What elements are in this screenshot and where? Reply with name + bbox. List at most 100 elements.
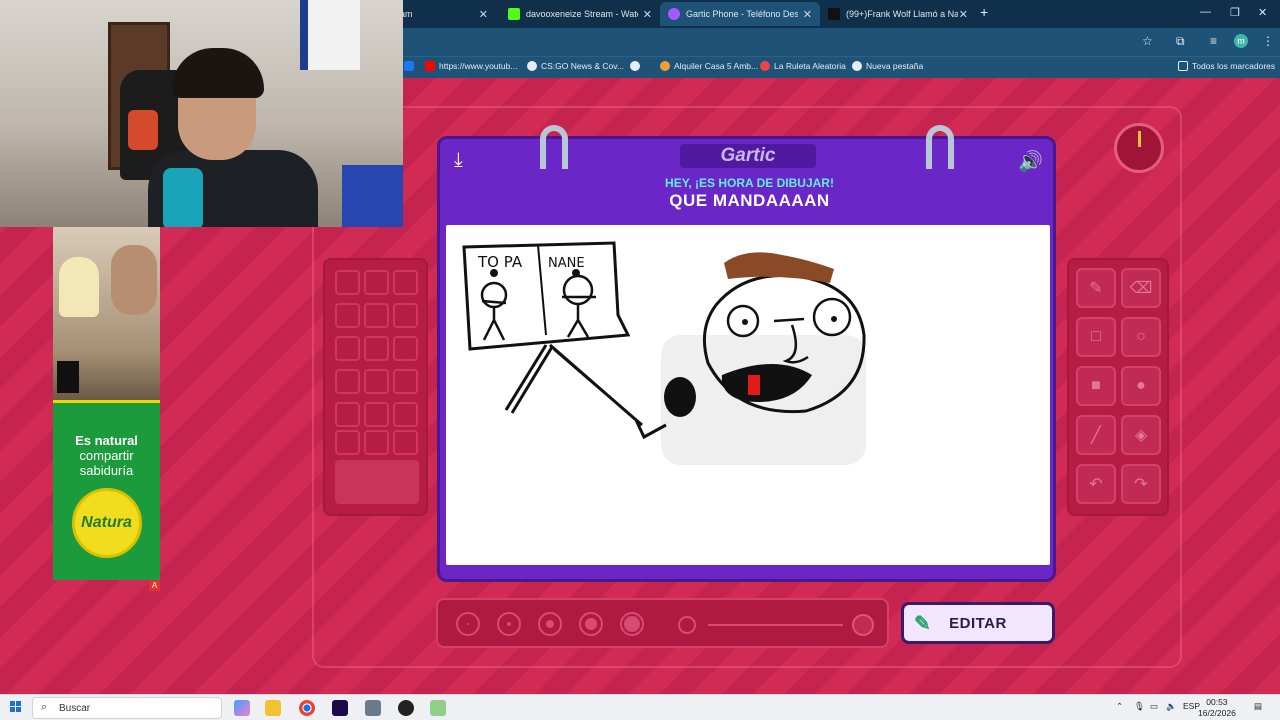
palette-swatch[interactable] xyxy=(393,430,418,455)
bookmark-ruleta[interactable]: La Ruleta Aleatoria xyxy=(760,61,846,71)
sound-icon[interactable]: 🔊 xyxy=(1018,149,1043,174)
palette-swatch[interactable] xyxy=(335,402,360,427)
premiere-icon[interactable] xyxy=(332,700,348,716)
palette-swatch[interactable] xyxy=(364,430,389,455)
line-tool-icon[interactable]: ╱ xyxy=(1076,415,1116,455)
obs-icon[interactable] xyxy=(398,700,414,716)
opacity-slider-track[interactable] xyxy=(708,624,843,626)
bookmark-label: CS:GO News & Cov... xyxy=(541,61,624,71)
windows-start-icon[interactable] xyxy=(10,701,22,713)
search-icon: ⌕ xyxy=(41,701,48,713)
palette-swatch[interactable] xyxy=(364,336,389,361)
undo-icon[interactable]: ↶ xyxy=(1076,464,1116,504)
palette-swatch[interactable] xyxy=(335,336,360,361)
palette-swatch[interactable] xyxy=(364,270,389,295)
copilot-icon[interactable] xyxy=(234,700,250,716)
close-icon[interactable]: ✕ xyxy=(959,8,968,21)
star-icon[interactable]: ☆ xyxy=(1142,34,1153,48)
bookmark-nueva[interactable]: Nueva pestaña xyxy=(852,61,923,71)
fill-bucket-tool-icon[interactable]: ◈ xyxy=(1121,415,1161,455)
close-icon[interactable]: ✕ xyxy=(479,8,488,21)
network-icon[interactable]: ▭ xyxy=(1150,701,1158,712)
chrome-icon[interactable] xyxy=(299,700,315,716)
clock[interactable]: 00:53 16/2/2026 xyxy=(1198,697,1236,719)
ad-banner: Es natural compartir sabiduría Natura xyxy=(53,400,160,580)
palette-swatch[interactable] xyxy=(335,270,360,295)
tiktok-icon xyxy=(828,8,840,20)
house-icon xyxy=(660,61,670,71)
tab-3[interactable]: (99+)Frank Wolf Llamó a Nane ✕ xyxy=(820,2,976,26)
bookmark-csgo[interactable]: CS:GO News & Cov... xyxy=(527,61,624,71)
tab-2[interactable]: Gartic Phone - Teléfono Descon ✕ xyxy=(660,2,820,26)
bookmark-facebook[interactable] xyxy=(404,61,418,71)
palette-swatch[interactable] xyxy=(335,369,360,394)
streamer-hair xyxy=(172,48,264,98)
rectangle-tool-icon[interactable]: □ xyxy=(1076,317,1116,357)
palette-swatch[interactable] xyxy=(364,369,389,394)
extensions-icon[interactable]: ⧉ xyxy=(1176,34,1185,49)
prompt-text: QUE MANDAAAAN xyxy=(669,191,830,210)
new-tab-icon[interactable]: + xyxy=(980,4,988,20)
taskbar-search[interactable]: ⌕ Buscar xyxy=(32,697,222,719)
brush-size-5[interactable] xyxy=(620,612,644,636)
pencil-tool-icon[interactable]: ✎ xyxy=(1076,268,1116,308)
menu-icon[interactable]: ⋮ xyxy=(1262,34,1274,48)
drawing-canvas[interactable]: TO PA NANE xyxy=(446,225,1050,565)
palette-swatch[interactable] xyxy=(393,402,418,427)
brush-size-3[interactable] xyxy=(538,612,562,636)
media-icon[interactable]: ≡ xyxy=(1210,34,1217,48)
pencil-icon: ✎ xyxy=(914,613,932,635)
brush-size-4[interactable] xyxy=(579,612,603,636)
palette-swatch[interactable] xyxy=(335,430,360,455)
ad-line-2: compartir xyxy=(79,448,134,463)
tab-label: Gartic Phone - Teléfono Descon xyxy=(686,9,798,19)
profile-avatar[interactable]: m xyxy=(1234,34,1248,48)
tab-0[interactable]: am ✕ xyxy=(392,2,496,26)
file-explorer-icon[interactable] xyxy=(265,700,281,716)
app-icon[interactable] xyxy=(430,700,446,716)
palette-swatch[interactable] xyxy=(364,303,389,328)
tray-chevron-icon[interactable]: ⌃ xyxy=(1116,701,1123,712)
palette-swatch[interactable] xyxy=(364,402,389,427)
brush-size-1[interactable] xyxy=(456,612,480,636)
minimize-icon[interactable]: — xyxy=(1200,6,1211,18)
tab-1[interactable]: davooxeneize Stream - Watch L ✕ xyxy=(500,2,660,26)
palette-swatch[interactable] xyxy=(393,336,418,361)
ad-badge[interactable]: A xyxy=(149,580,160,591)
side-ad[interactable]: Es natural compartir sabiduría Natura xyxy=(53,227,160,580)
close-icon[interactable]: ✕ xyxy=(643,8,652,21)
ad-warning-label xyxy=(57,361,79,393)
bookmark-blank[interactable] xyxy=(630,61,644,71)
brush-size-2[interactable] xyxy=(497,612,521,636)
restore-icon[interactable]: ❐ xyxy=(1230,6,1240,19)
close-window-icon[interactable]: ✕ xyxy=(1258,6,1267,19)
download-icon[interactable]: ⤓ xyxy=(454,149,463,172)
palette-swatch[interactable] xyxy=(393,303,418,328)
wheel-icon xyxy=(760,61,770,71)
filled-ellipse-tool-icon[interactable]: ● xyxy=(1121,366,1161,406)
webcam-overlay xyxy=(0,0,403,227)
chair-accent xyxy=(128,110,158,150)
opacity-slider-knob[interactable] xyxy=(852,614,874,636)
filled-rectangle-tool-icon[interactable]: ■ xyxy=(1076,366,1116,406)
custom-color-swatch[interactable] xyxy=(335,460,419,504)
all-bookmarks[interactable]: Todos los marcadores xyxy=(1178,61,1275,71)
palette-swatch[interactable] xyxy=(393,369,418,394)
eraser-tool-icon[interactable]: ⌫ xyxy=(1121,268,1161,308)
bookmark-alquiler[interactable]: Alquiler Casa 5 Amb... xyxy=(660,61,758,71)
drawing-svg: TO PA NANE xyxy=(462,241,866,465)
notifications-icon[interactable]: ▤ xyxy=(1254,701,1262,712)
calculator-icon[interactable] xyxy=(365,700,381,716)
edit-button[interactable]: ✎ EDITAR xyxy=(901,602,1055,644)
palette-swatch[interactable] xyxy=(393,270,418,295)
instruction-text: HEY, ¡ES HORA DE DIBUJAR! xyxy=(665,176,834,190)
palette-swatch[interactable] xyxy=(335,303,360,328)
close-icon[interactable]: ✕ xyxy=(803,8,812,21)
ellipse-tool-icon[interactable]: ○ xyxy=(1121,317,1161,357)
redo-icon[interactable]: ↷ xyxy=(1121,464,1161,504)
volume-icon[interactable]: 🔈 xyxy=(1166,701,1177,712)
drawing-label-1: TO PA xyxy=(477,253,523,271)
mic-icon[interactable]: 🎙 xyxy=(1134,701,1145,712)
facebook-icon xyxy=(404,61,414,71)
bookmark-youtube[interactable]: https://www.youtub... xyxy=(425,61,517,71)
